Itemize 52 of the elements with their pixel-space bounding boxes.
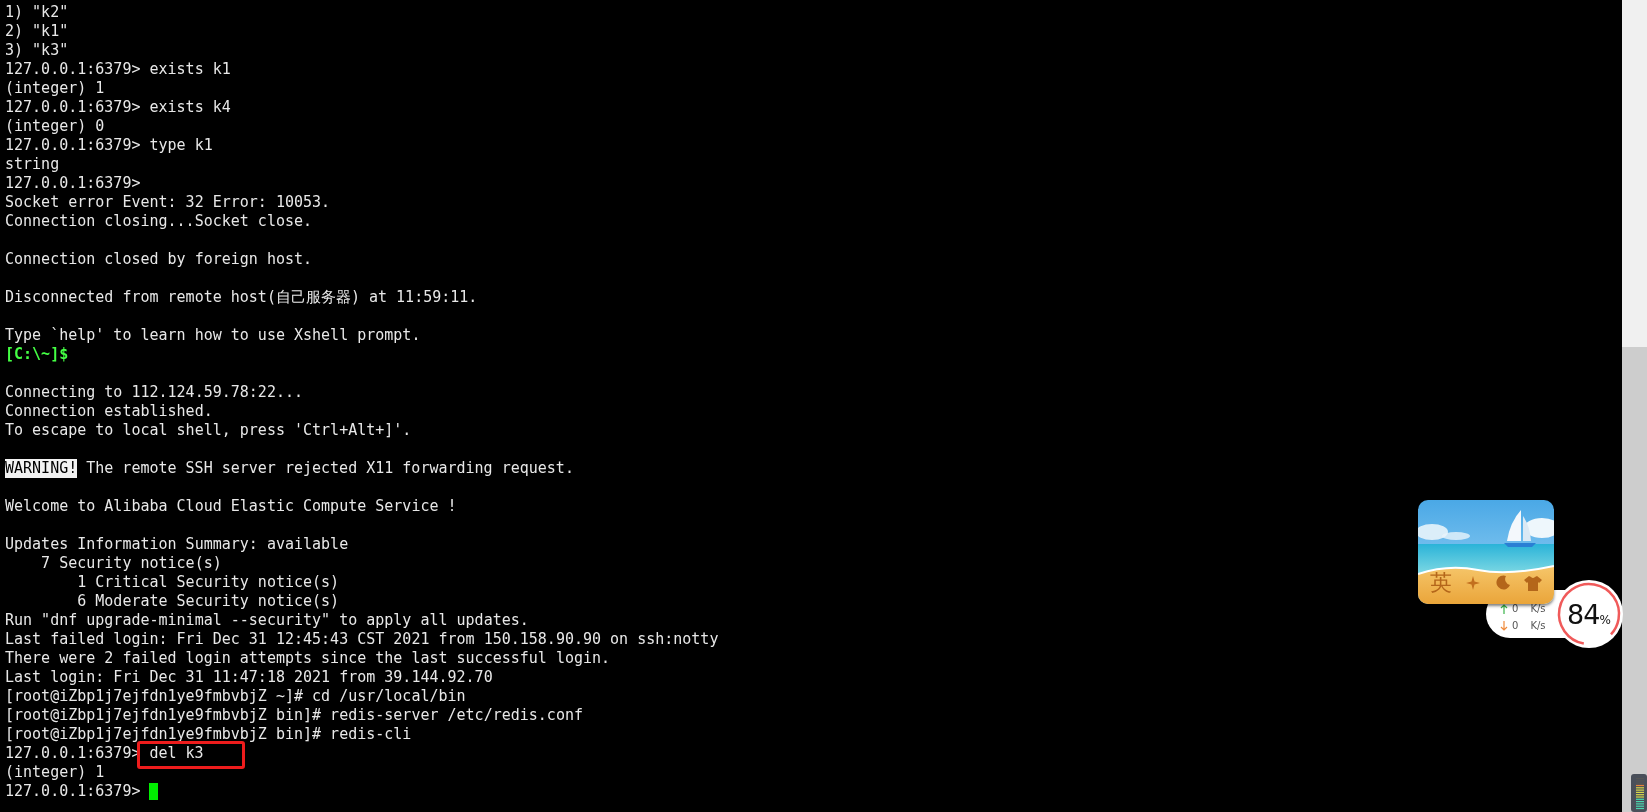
terminal-line: 7 Security notice(s) bbox=[40, 554, 222, 573]
terminal-line: 1) "k2" bbox=[5, 3, 69, 22]
download-arrow-icon bbox=[1500, 620, 1508, 631]
terminal-line: Last failed login: Fri Dec 31 12:45:43 CST 2021 from 150.158.90.90 on ssh:notty bbox=[5, 630, 719, 649]
moon-icon[interactable] bbox=[1494, 575, 1511, 591]
terminal-line: [root@iZbp1j7ejfdn1ye9fmbvbjZ bin]# redis-server /etc/redis.conf bbox=[5, 706, 583, 725]
terminal-line: Welcome to Alibaba Cloud Elastic Compute Service ! bbox=[5, 497, 457, 516]
terminal-line: There were 2 failed login attempts since the last successful login. bbox=[5, 649, 611, 668]
terminal-line: 1 Critical Security notice(s) bbox=[76, 573, 340, 592]
terminal-line: Connection established. bbox=[5, 402, 213, 421]
terminal-line: 2) "k1" bbox=[5, 22, 69, 41]
warning-label: WARNING! bbox=[5, 459, 78, 478]
terminal-line: (integer) 0 bbox=[5, 117, 105, 136]
memory-gauge[interactable]: 84% bbox=[1555, 580, 1623, 648]
terminal-line: Last login: Fri Dec 31 11:47:18 2021 from 39.144.92.70 bbox=[5, 668, 493, 687]
terminal-line: 127.0.0.1:6379> bbox=[5, 174, 141, 193]
terminal-line: 127.0.0.1:6379> type k1 bbox=[5, 136, 213, 155]
terminal-line: Run "dnf upgrade-minimal --security" to apply all updates. bbox=[5, 611, 529, 630]
terminal-line: Connection closing...Socket close. bbox=[5, 212, 313, 231]
shirt-icon[interactable] bbox=[1524, 575, 1542, 591]
scrollbar-track[interactable] bbox=[1622, 0, 1647, 812]
download-speed: 0 bbox=[1512, 620, 1519, 631]
terminal-line: [root@iZbp1j7ejfdn1ye9fmbvbjZ bin]# redis-cli bbox=[5, 725, 412, 744]
prompt: 127.0.0.1:6379> bbox=[5, 782, 141, 801]
highlighted-command: del k3 bbox=[149, 744, 204, 763]
terminal-line: Socket error Event: 32 Error: 10053. bbox=[5, 193, 331, 212]
prompt: 127.0.0.1:6379> bbox=[5, 744, 141, 763]
terminal-line: Connecting to 112.124.59.78:22... bbox=[5, 383, 303, 402]
terminal-line: The remote SSH server rejected X11 forwarding request. bbox=[86, 459, 574, 478]
terminal-line: Updates Information Summary: available bbox=[5, 535, 349, 554]
usage-percent: 84% bbox=[1567, 598, 1611, 630]
terminal-line: To escape to local shell, press 'Ctrl+Alt+]'. bbox=[5, 421, 412, 440]
terminal-line: [root@iZbp1j7ejfdn1ye9fmbvbjZ ~]# cd /usr/local/bin bbox=[5, 687, 466, 706]
upload-speed: 0 bbox=[1512, 603, 1519, 614]
local-prompt: [C:\~]$ bbox=[5, 345, 69, 364]
download-unit: K/s bbox=[1530, 620, 1546, 631]
level-meter-icon bbox=[1631, 774, 1647, 812]
terminal-line: Disconnected from remote host(自己服务器) at 11:59:11. bbox=[5, 288, 478, 307]
terminal-line: 3) "k3" bbox=[5, 41, 69, 60]
usage-ring bbox=[1557, 582, 1621, 646]
terminal-line: (integer) 1 bbox=[5, 79, 105, 98]
upload-arrow-icon bbox=[1500, 603, 1508, 614]
terminal-line: Connection closed by foreign host. bbox=[5, 250, 313, 269]
upload-unit: K/s bbox=[1530, 603, 1546, 614]
cursor bbox=[149, 783, 159, 800]
terminal-line: 127.0.0.1:6379> exists k4 bbox=[5, 98, 231, 117]
terminal-line: Type `help' to learn how to use Xshell prompt. bbox=[5, 326, 421, 345]
scrollbar-thumb[interactable] bbox=[1622, 347, 1647, 812]
terminal-line: 6 Moderate Security notice(s) bbox=[76, 592, 340, 611]
terminal-line: (integer) 1 bbox=[5, 763, 105, 782]
terminal-line: string bbox=[5, 155, 60, 174]
terminal-line: 127.0.0.1:6379> exists k1 bbox=[5, 60, 231, 79]
